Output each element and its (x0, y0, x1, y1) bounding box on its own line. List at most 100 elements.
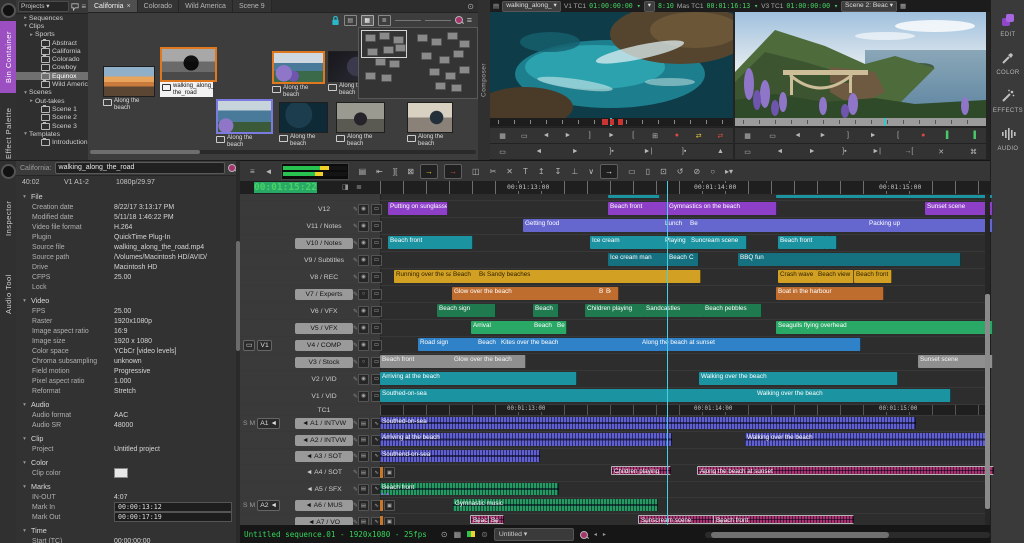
transport-button[interactable]: ►| (872, 148, 881, 155)
timeline-clip[interactable]: Arriving at the beach (380, 372, 577, 385)
bin-tab-colorado[interactable]: Colorado (138, 0, 179, 12)
field-mark-in[interactable]: 00:00:13:12 (114, 502, 232, 513)
timeline-clip[interactable]: Ice cream man (608, 253, 668, 266)
camera-icon[interactable]: ◉ (358, 306, 369, 317)
section-header[interactable]: ▾Audio (16, 399, 240, 410)
timeline-vertical-scrollbar[interactable] (985, 194, 990, 525)
project-tree-item-scene-2[interactable]: Scene 2 (16, 114, 88, 122)
track-button-a2[interactable]: ◄ A2 / INTVW (295, 435, 353, 446)
track-button-v4[interactable]: V4 / COMP (295, 340, 353, 351)
timecode-display[interactable]: 01:00:00:00 ▾ (589, 2, 641, 10)
scroll-left-icon[interactable]: ◂ (594, 531, 597, 538)
timeline-clip[interactable]: Beach (532, 321, 557, 334)
track-button-v2[interactable]: V2 / VID (295, 374, 353, 385)
timeline-clip[interactable]: Along the beach at sunset (640, 338, 861, 351)
transport-button[interactable]: ► (563, 132, 572, 139)
smart-tool-icon[interactable]: → (600, 164, 618, 179)
rail-tab-inspector[interactable]: Inspector (0, 182, 16, 254)
close-icon[interactable]: × (127, 3, 131, 10)
timecode-display[interactable]: 00:01:16:13 ▾ (707, 2, 759, 10)
track-lane-v5[interactable]: ArrivalBeachBeSeagulls flying overhead (380, 320, 990, 336)
delete-icon[interactable]: ✕ (506, 167, 513, 176)
track-button-v11[interactable]: V11 / Notes (295, 221, 353, 232)
track-header-tc1[interactable]: TC1 (240, 405, 381, 415)
project-tree-item-scene-1[interactable]: Scene 1 (16, 105, 88, 113)
solo-mute-button[interactable]: S (243, 502, 248, 509)
project-tree-item-out-takes[interactable]: ▸Out-takes (16, 97, 88, 105)
timeline-clip[interactable]: Crash wave (778, 270, 817, 283)
color-indicator-icon[interactable] (467, 530, 475, 539)
timeline-clip[interactable]: Southed-on-sea (380, 389, 758, 402)
clip-name-field[interactable]: walking_along_the_road (55, 162, 225, 174)
timeline-clip[interactable] (776, 195, 993, 198)
slide-icon[interactable]: ○ (710, 167, 715, 176)
monitor-toggle-icon[interactable]: ▦ (454, 530, 462, 539)
project-tree-item-cowboy[interactable]: Cowboy (16, 64, 88, 72)
transport-button[interactable]: ◄ (793, 132, 802, 139)
track-header-v6[interactable]: V6 / VFX✎◉▭ (240, 303, 381, 319)
track-button-v12[interactable]: V12 (295, 204, 353, 215)
transport-button[interactable]: ✕ (937, 148, 946, 156)
sidebar-item-effects[interactable]: EFFECTS (991, 88, 1024, 114)
inspector-search-icon[interactable] (228, 164, 236, 172)
timeline-clip[interactable]: Glow over the beach (452, 287, 599, 300)
timeline-clip[interactable]: Glow over the beach (452, 355, 526, 368)
track-header-v5[interactable]: V5 / VFX✎◉▭ (240, 320, 381, 336)
mini-clip[interactable] (447, 32, 458, 40)
sidebar-item-edit[interactable]: EDIT (991, 12, 1024, 38)
waveform-icon[interactable]: ▤ (358, 467, 369, 478)
timeline-ruler[interactable]: 00:01:13:0000:01:14:0000:01:15:00 (380, 181, 990, 194)
timeline-clip[interactable]: Beach front (713, 515, 854, 524)
track-lane-a4[interactable]: Children playingAlong the beach at sunse… (380, 465, 990, 480)
transport-button[interactable]: [ (629, 132, 638, 139)
track-lane-v11[interactable]: Getting foodLunchBePacking up (380, 218, 990, 234)
transport-button[interactable]: →[ (904, 148, 913, 155)
camera-icon[interactable]: ◉ (358, 391, 369, 402)
track-header-v11[interactable]: V11 / Notes✎◉▭ (240, 218, 381, 234)
timeline-clip[interactable]: Ice cream (590, 236, 666, 249)
track-button-a1[interactable]: ◄ A1 / INTVW (295, 418, 353, 429)
solo-mute-button[interactable]: S (243, 420, 248, 427)
timeline-clip[interactable]: Packing up (867, 219, 993, 232)
track-header-v4[interactable]: ▭V1V4 / COMP✎◉▭ (240, 337, 381, 353)
transport-button[interactable]: ▦ (743, 132, 752, 140)
track-button-v5[interactable]: V5 / VFX (295, 323, 353, 334)
mini-clip[interactable] (453, 50, 464, 58)
track-header-a2[interactable]: ◄ A2 / INTVW✎▤∿▣ (240, 432, 381, 447)
record-monitor[interactable] (735, 12, 986, 118)
timeline-clip[interactable]: Getting food (523, 219, 666, 232)
splice-in-icon[interactable]: → (420, 164, 438, 179)
section-header[interactable]: ▾Video (16, 295, 240, 306)
timeline-clip[interactable]: Beach (451, 270, 479, 283)
camera-icon[interactable]: ◉ (358, 323, 369, 334)
slip-icon[interactable]: ⊘ (693, 167, 700, 176)
twistie-icon[interactable]: ▾ (22, 131, 29, 137)
twistie-icon[interactable]: ▾ (21, 298, 28, 304)
projects-dropdown[interactable]: Projects ▾ (18, 1, 69, 12)
list-view-icon[interactable]: ≣ (378, 15, 391, 26)
track-lane-v9[interactable]: Ice cream manBeachCBBQ fun (380, 252, 990, 268)
timeline-clip[interactable]: Sunset scene (918, 355, 993, 368)
timeline-clip[interactable]: Southend-on-sea (380, 450, 540, 462)
timeline-clip[interactable]: Sunset scene (925, 202, 993, 215)
gear-icon[interactable]: ⊙ (441, 530, 448, 539)
track-button-a5[interactable]: ◄ A5 / SFX (295, 484, 353, 495)
twistie-icon[interactable]: ▾ (22, 23, 29, 29)
transport-button[interactable]: ] (585, 132, 594, 139)
project-tree-item-sports[interactable]: ▸Sports (16, 31, 88, 39)
track-header-a4[interactable]: ◄ A4 / SOT✎▤∿▣ (240, 465, 381, 480)
mini-clip[interactable] (439, 56, 450, 64)
field-mark-out[interactable]: 00:00:17:19 (114, 512, 232, 523)
bin-clip-thumbnail[interactable]: Along the beach (216, 99, 269, 149)
source-monitor[interactable] (490, 12, 733, 118)
timeline-clip[interactable]: Road sign (418, 338, 477, 351)
waveform-icon[interactable]: ▤ (358, 435, 369, 446)
trim-icon[interactable]: ◫ (472, 167, 480, 176)
twistie-icon[interactable]: ▾ (21, 436, 28, 442)
timeline-clip[interactable]: Beach front (778, 236, 820, 249)
transport-button[interactable]: ▲ (716, 148, 725, 155)
monitor-patch[interactable]: ▭ (243, 340, 255, 351)
transport-button[interactable]: ⊞ (651, 132, 660, 140)
project-tree-item-scene-3[interactable]: Scene 3 (16, 122, 88, 130)
lower-icon[interactable]: ↧ (555, 167, 562, 176)
